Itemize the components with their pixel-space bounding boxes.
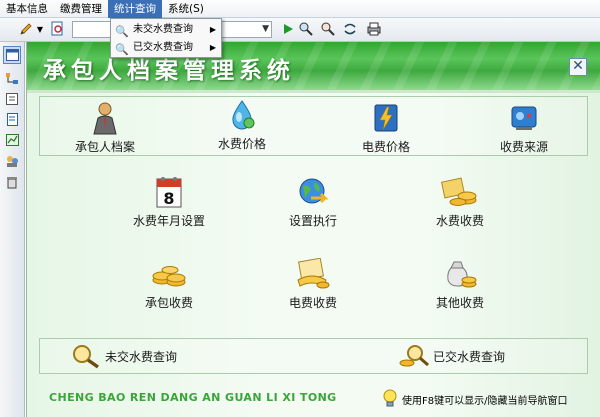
magnifier-icon	[69, 342, 103, 370]
magnifier-coin-icon	[397, 342, 431, 370]
printer-icon[interactable]	[366, 21, 382, 37]
money-bag-icon	[440, 256, 480, 292]
main-panel: 承包人档案管理系统 ✕ 承包人档案 水费价格 电费价格 收费来源 8 水费年月设…	[26, 42, 600, 417]
chevron-down-icon[interactable]: ▼	[36, 21, 44, 37]
nav-chart-icon[interactable]	[3, 131, 21, 149]
pencil-icon[interactable]	[18, 21, 34, 37]
menu-statistics-query[interactable]: 统计查询	[108, 0, 162, 18]
dropdown-item-paid-water-query[interactable]: 🔍 已交水费查询 ▶	[111, 39, 221, 57]
dropdown-item-label: 已交水费查询	[133, 42, 193, 53]
nav-document-icon[interactable]	[3, 110, 21, 128]
tile-label: 承包人档案	[74, 140, 135, 154]
dropdown-item-label: 未交水费查询	[133, 24, 193, 35]
footer-pinyin-title: CHENG BAO REN DANG AN GUAN LI XI TONG	[49, 391, 337, 404]
chevron-right-icon: ▶	[209, 25, 216, 34]
footer-tip: 使用F8键可以显示/隐藏当前导航窗口	[381, 388, 567, 411]
nav-tree-icon[interactable]	[3, 69, 21, 87]
lightbulb-icon	[381, 388, 399, 411]
tile-electricity-price[interactable]: 电费价格	[331, 100, 441, 160]
tile-contractor-records[interactable]: 承包人档案	[50, 100, 160, 160]
tile-label: 水费收费	[435, 214, 484, 228]
chevron-down-icon: ▼	[262, 24, 269, 34]
coins-icon	[149, 256, 189, 292]
refresh-icon[interactable]	[342, 21, 358, 37]
nav-window-icon[interactable]	[3, 46, 21, 64]
statistics-dropdown-menu: 🔍 未交水费查询 ▶ 🔍 已交水费查询 ▶	[110, 18, 222, 58]
menu-system[interactable]: 系统(S)	[162, 0, 210, 18]
search-doc-icon: 🔍	[115, 43, 129, 56]
chevron-right-icon: ▶	[209, 43, 216, 52]
tile-label: 电费收费	[288, 296, 337, 310]
find-record-icon[interactable]	[50, 21, 66, 37]
nav-list-icon[interactable]	[3, 90, 21, 108]
tile-execute-setting[interactable]: 设置执行	[258, 174, 368, 234]
close-button[interactable]: ✕	[569, 58, 587, 76]
menu-bar: 基本信息 缴费管理 统计查询 系统(S)	[0, 0, 600, 18]
tile-water-month-setting[interactable]: 8 水费年月设置	[114, 174, 224, 234]
calendar-icon: 8	[149, 174, 189, 210]
header-separator	[27, 90, 600, 93]
tile-label: 电费价格	[361, 140, 410, 154]
tile-label: 收费来源	[499, 140, 548, 154]
footer-tip-text: 使用F8键可以显示/隐藏当前导航窗口	[402, 396, 568, 407]
water-drop-icon	[222, 97, 262, 133]
query-label: 已交水费查询	[433, 349, 506, 364]
query-unpaid-water[interactable]: 未交水费查询	[69, 341, 177, 371]
dropdown-item-unpaid-water-query[interactable]: 🔍 未交水费查询 ▶	[111, 21, 221, 39]
tile-fee-source[interactable]: 收费来源	[469, 100, 579, 160]
tile-label: 水费价格	[217, 137, 266, 151]
tile-electricity-charge[interactable]: 电费收费	[258, 256, 368, 316]
tile-water-charge[interactable]: 水费收费	[405, 174, 515, 234]
play-icon[interactable]	[280, 21, 296, 37]
device-icon	[504, 100, 544, 136]
tile-contract-charge[interactable]: 承包收费	[114, 256, 224, 316]
menu-basic-info[interactable]: 基本信息	[0, 0, 54, 18]
query-label: 未交水费查询	[105, 349, 178, 364]
tile-label: 设置执行	[288, 214, 337, 228]
tile-label: 承包收费	[144, 296, 193, 310]
toolbar: ▼ ▼	[0, 18, 600, 42]
coins-icon	[440, 174, 480, 210]
nav-trash-icon[interactable]	[3, 173, 21, 191]
tile-other-charge[interactable]: 其他收费	[405, 256, 515, 316]
search-doc-icon[interactable]	[320, 21, 336, 37]
person-icon	[85, 100, 125, 136]
tile-label: 其他收费	[435, 296, 484, 310]
search-people-icon[interactable]	[298, 21, 314, 37]
menu-payment-management[interactable]: 缴费管理	[54, 0, 108, 18]
left-navigation	[0, 42, 25, 417]
nav-users-icon[interactable]	[3, 152, 21, 170]
globe-execute-icon	[293, 174, 333, 210]
tile-label: 水费年月设置	[132, 214, 205, 228]
tile-water-price[interactable]: 水费价格	[187, 97, 297, 157]
bill-icon	[293, 256, 333, 292]
query-paid-water[interactable]: 已交水费查询	[397, 341, 505, 371]
lightning-icon	[366, 100, 406, 136]
calendar-day-number: 8	[163, 189, 174, 208]
